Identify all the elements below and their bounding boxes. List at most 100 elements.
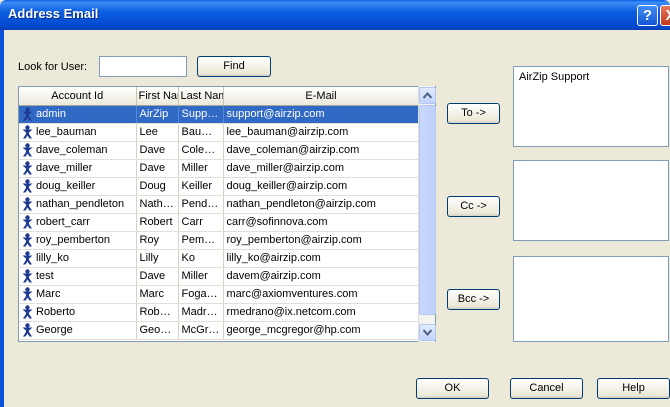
cell-account: admin	[19, 105, 137, 124]
chevron-down-icon	[423, 329, 432, 336]
cell-first: AirZip	[136, 105, 179, 124]
cell-first: Dave	[136, 267, 179, 286]
user-person-icon	[22, 305, 33, 319]
cell-last: Keiller	[178, 177, 224, 196]
user-person-icon	[22, 251, 33, 265]
title-bar: Address Email ? X	[0, 0, 670, 30]
cell-email: nathan_pendleton@airzip.com	[223, 195, 420, 214]
table-row[interactable]: robert_carr Robert Carr carr@sofinnova.com	[19, 213, 420, 232]
cell-first: Dave	[136, 159, 179, 178]
column-header-first-name[interactable]: First Name	[136, 87, 179, 106]
window-title: Address Email	[8, 6, 99, 21]
cell-text: Fogassa	[181, 288, 223, 300]
cell-email: roy_pemberton@airzip.com	[223, 231, 420, 250]
scroll-up-button[interactable]	[419, 87, 436, 104]
column-header-account-id[interactable]: Account Id	[19, 87, 137, 106]
cell-text: nathan_pendleton@airzip.com	[226, 198, 376, 210]
help-button[interactable]: Help	[597, 378, 670, 399]
table-row[interactable]: George George McGregorgeorge_mcgregor@hp.c…	[19, 321, 420, 340]
cell-text: Robert	[139, 216, 173, 228]
cell-last: Pember…	[178, 231, 224, 250]
table-row[interactable]: admin AirZip Support support@airzip.com	[19, 105, 420, 124]
cell-first: Doug	[136, 177, 179, 196]
cc-recipients-list[interactable]	[513, 160, 669, 241]
cell-email: dave_coleman@airzip.com	[223, 141, 420, 160]
table-row[interactable]: Roberto Roberto Madrano rmedrano@ix.netcom.…	[19, 303, 420, 322]
cell-first: Robert	[136, 213, 179, 232]
cell-text: lee_bauman@airzip.com	[226, 126, 349, 138]
table-row[interactable]: test Dave Miller davem@airzip.com	[19, 267, 420, 286]
close-icon: X	[665, 7, 670, 24]
cell-text: Doug	[139, 180, 166, 192]
cell-text: Madrano	[181, 306, 223, 318]
cancel-button[interactable]: Cancel	[510, 378, 583, 399]
cell-last: Carr	[178, 213, 224, 232]
cell-account: doug_keiller	[19, 177, 137, 196]
to-recipient-item[interactable]: AirZip Support	[519, 71, 589, 83]
cell-last: McGregor	[178, 321, 224, 340]
scroll-down-button[interactable]	[419, 324, 436, 341]
cell-last: Miller	[178, 159, 224, 178]
column-header-email[interactable]: E-Mail	[223, 87, 420, 106]
cell-text: Carr	[181, 216, 203, 228]
cell-first: Dave	[136, 141, 179, 160]
find-button[interactable]: Find	[197, 56, 271, 77]
cell-account: nathan_pendleton	[19, 195, 137, 214]
column-header-last-name[interactable]: Last Name	[178, 87, 224, 106]
table-row[interactable]: doug_keiller Doug Keiller doug_keiller@airz…	[19, 177, 420, 196]
cell-text: Dave	[139, 144, 166, 156]
cell-text: Marc	[36, 287, 61, 300]
cell-text: george_mcgregor@hp.com	[226, 324, 361, 336]
bcc-button[interactable]: Bcc ->	[447, 289, 500, 310]
cell-last: Bauman	[178, 123, 224, 142]
ok-button[interactable]: OK	[416, 378, 489, 399]
user-person-icon	[22, 107, 33, 121]
table-row[interactable]: nathan_pendleton Nathan Pendletonnathan_pe…	[19, 195, 420, 214]
cell-text: dave_miller	[36, 161, 93, 174]
cell-text: Miller	[181, 162, 208, 174]
cell-text: Miller	[181, 270, 208, 282]
cell-last: Miller	[178, 267, 224, 286]
cell-text: Pember…	[181, 234, 223, 246]
chevron-up-icon	[423, 92, 432, 99]
look-for-user-input[interactable]	[99, 56, 187, 77]
cell-first: Lilly	[136, 249, 179, 268]
table-scrollbar[interactable]	[418, 86, 436, 342]
cell-text: Marc	[139, 288, 164, 300]
help-title-button[interactable]: ?	[637, 5, 658, 26]
close-button[interactable]: X	[660, 5, 670, 26]
cell-email: dave_miller@airzip.com	[223, 159, 420, 178]
bcc-recipients-list[interactable]	[513, 256, 669, 342]
table-row[interactable]: dave_miller Dave Miller dave_miller@airzip.…	[19, 159, 420, 178]
user-person-icon	[22, 197, 33, 211]
cell-text: admin	[36, 107, 66, 120]
cell-text: dave_coleman@airzip.com	[226, 144, 360, 156]
table-row[interactable]: roy_pemberton Roy Pember…roy_pemberton@air…	[19, 231, 420, 250]
cell-text: AirZip	[139, 108, 169, 120]
table-row[interactable]: dave_coleman Dave Coleman dave_coleman@airz…	[19, 141, 420, 160]
table-row[interactable]: lilly_ko Lilly Ko lilly_ko@airzip.com	[19, 249, 420, 268]
cell-text: support@airzip.com	[226, 108, 325, 120]
cell-text: doug_keiller@airzip.com	[226, 180, 348, 192]
look-for-user-label: Look for User:	[18, 61, 88, 73]
cell-email: lilly_ko@airzip.com	[223, 249, 420, 268]
cell-first: Nathan	[136, 195, 179, 214]
scroll-thumb[interactable]	[419, 105, 436, 315]
table-row[interactable]: Marc Marc Fogassa marc@axiomventures.com	[19, 285, 420, 304]
cell-text: Lilly	[139, 252, 159, 264]
cell-account: Marc	[19, 285, 137, 304]
cc-button[interactable]: Cc ->	[447, 196, 500, 217]
user-person-icon	[22, 287, 33, 301]
cell-text: Dave	[139, 162, 166, 174]
cell-email: george_mcgregor@hp.com	[223, 321, 420, 340]
cell-text: test	[36, 269, 54, 282]
cell-text: Roy	[139, 234, 160, 246]
cell-email: lee_bauman@airzip.com	[223, 123, 420, 142]
user-person-icon	[22, 269, 33, 283]
table-row[interactable]: lee_bauman Lee Bauman lee_bauman@airzip.com	[19, 123, 420, 142]
cell-text: davem@airzip.com	[226, 270, 321, 282]
to-button[interactable]: To ->	[447, 103, 500, 124]
to-recipients-list[interactable]: AirZip Support	[513, 66, 669, 147]
cell-account: dave_coleman	[19, 141, 137, 160]
cell-text: Pendleton	[181, 198, 223, 210]
